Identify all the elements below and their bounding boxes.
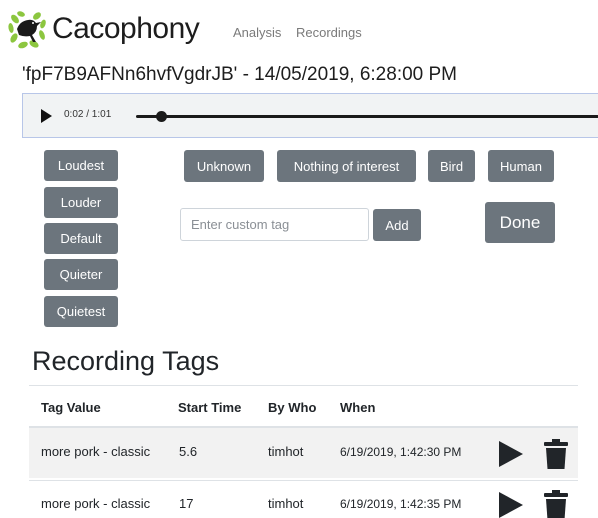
recording-tags-heading: Recording Tags	[32, 346, 220, 376]
tag-nothing-of-interest-button[interactable]: Nothing of interest	[277, 150, 416, 182]
by-who-cell: timhot	[268, 444, 304, 459]
column-header-by-who: By Who	[268, 400, 317, 415]
play-icon[interactable]	[39, 108, 53, 124]
quietest-button[interactable]: Quietest	[44, 296, 118, 327]
table-row: more pork - classic 5.6 timhot 6/19/2019…	[29, 428, 578, 478]
column-header-start-time: Start Time	[178, 400, 242, 415]
play-tag-icon[interactable]	[497, 440, 525, 468]
louder-button[interactable]: Louder	[44, 187, 118, 218]
tag-unknown-button[interactable]: Unknown	[184, 150, 264, 182]
quieter-button[interactable]: Quieter	[44, 259, 118, 290]
default-volume-button[interactable]: Default	[44, 223, 118, 254]
done-button[interactable]: Done	[485, 202, 555, 243]
loudest-button[interactable]: Loudest	[44, 150, 118, 181]
nav-link-recordings[interactable]: Recordings	[296, 25, 362, 40]
trash-icon[interactable]	[543, 439, 569, 469]
by-who-cell: timhot	[268, 496, 304, 511]
tag-value-cell: more pork - classic	[41, 496, 151, 511]
navbar: Cacophony Analysis Recordings	[0, 0, 598, 62]
nav-link-analysis[interactable]: Analysis	[233, 25, 281, 40]
tag-value-cell: more pork - classic	[41, 444, 151, 459]
seek-bar[interactable]	[136, 115, 598, 118]
table-row: more pork - classic 17 timhot 6/19/2019,…	[29, 480, 578, 518]
table-top-divider	[29, 385, 578, 386]
page-title: 'fpF7B9AFNn6hvfVgdrJB' - 14/05/2019, 6:2…	[22, 64, 458, 85]
trash-icon[interactable]	[543, 490, 569, 518]
column-header-tag-value: Tag Value	[41, 400, 101, 415]
bird-on-leaves-icon[interactable]	[6, 9, 48, 51]
custom-tag-input[interactable]	[180, 208, 369, 241]
audio-player: 0:02 / 1:01	[22, 93, 598, 138]
play-tag-icon[interactable]	[497, 491, 525, 518]
when-cell: 6/19/2019, 1:42:35 PM	[340, 497, 462, 511]
start-time-cell: 17	[179, 496, 194, 511]
time-display: 0:02 / 1:01	[64, 109, 112, 120]
tag-human-button[interactable]: Human	[488, 150, 554, 182]
seek-thumb[interactable]	[156, 111, 167, 122]
start-time-cell: 5.6	[179, 444, 198, 459]
add-tag-button[interactable]: Add	[373, 209, 421, 241]
brand-name[interactable]: Cacophony	[52, 12, 200, 46]
when-cell: 6/19/2019, 1:42:30 PM	[340, 445, 462, 459]
tag-bird-button[interactable]: Bird	[428, 150, 475, 182]
column-header-when: When	[340, 400, 376, 415]
